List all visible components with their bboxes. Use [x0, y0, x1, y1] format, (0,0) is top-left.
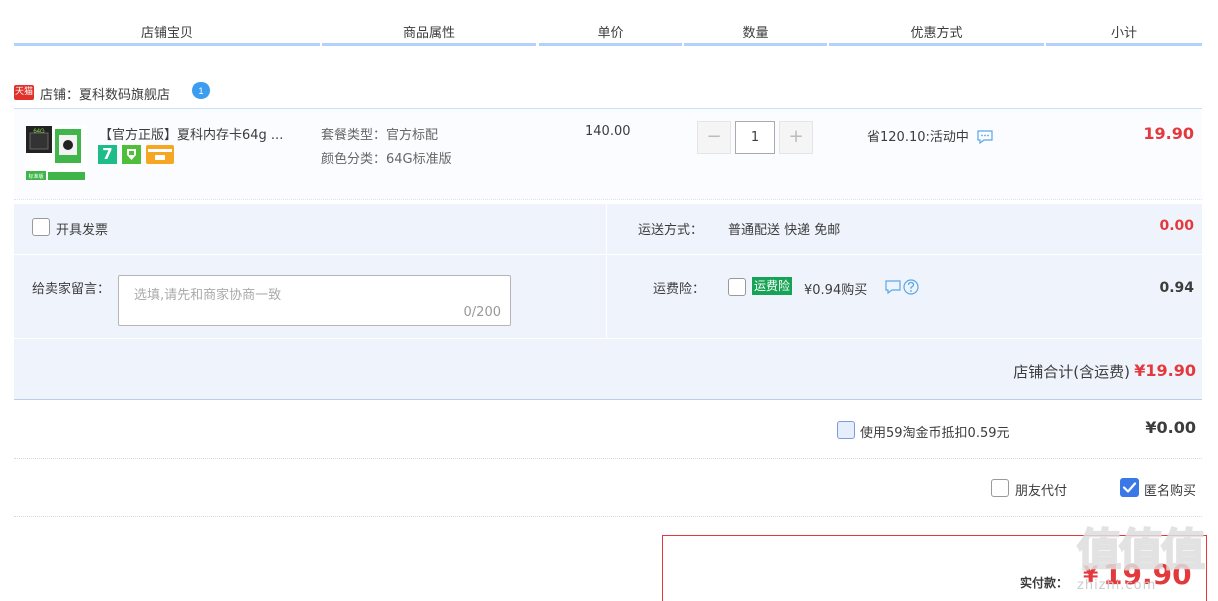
seller-message-input[interactable]: 选填,请先和商家协商一致 0/200 [118, 275, 511, 326]
anonymous-checkbox[interactable] [1120, 478, 1139, 497]
insurance-comment-icon[interactable] [885, 280, 901, 295]
shop-total-label: 店铺合计(含运费) [1013, 363, 1130, 381]
message-placeholder: 选填,请先和商家协商一致 [134, 288, 282, 303]
divider-coin [14, 458, 1202, 459]
divider-extras [14, 516, 1202, 517]
watermark-sub-text: zhizhi.com [1077, 578, 1157, 593]
insurance-tag: 运费险 [752, 277, 793, 295]
checkmark-icon [1122, 482, 1137, 493]
product-title-link[interactable]: 【官方正版】夏科内存卡64g ... [99, 124, 283, 143]
shipping-value: 普通配送 快递 免邮 [728, 223, 841, 238]
taojinbi-value: ¥0.00 [1145, 418, 1196, 437]
invoice-checkbox[interactable] [32, 218, 50, 236]
col-header-quantity: 数量 [684, 22, 827, 46]
seven-day-return-icon[interactable]: 7 [98, 145, 117, 164]
sku-color: 颜色分类：64G标准版 [321, 152, 452, 167]
taojinbi-checkbox[interactable] [837, 421, 855, 439]
cart-item-row [14, 108, 1202, 200]
thumb-bottom-text: 标准版 [28, 173, 43, 180]
col-header-unit-price: 单价 [539, 22, 682, 46]
credit-card-pay-icon[interactable] [146, 145, 174, 164]
shipping-price: 0.00 [1159, 218, 1194, 234]
qty-increase-button[interactable]: + [779, 121, 813, 154]
product-thumbnail[interactable]: 64G 标准版 [25, 125, 87, 182]
col-header-discount: 优惠方式 [829, 22, 1044, 46]
watermark-main-text: 值值值 [1077, 525, 1204, 576]
message-char-count: 0/200 [463, 305, 501, 320]
insurance-price: 0.94 [1159, 280, 1194, 296]
anonymous-label: 匿名购买 [1144, 484, 1197, 499]
unit-price: 140.00 [585, 124, 631, 139]
insurance-checkbox[interactable] [728, 278, 746, 296]
sku-package-type: 套餐类型：官方标配 [321, 128, 439, 143]
message-label: 给卖家留言： [32, 282, 111, 297]
col-header-shop-item: 店铺宝贝 [14, 22, 320, 46]
shop-total-value: ¥19.90 [1134, 361, 1196, 380]
quality-guarantee-icon[interactable] [122, 145, 141, 164]
wangwang-count: 1 [198, 86, 203, 96]
qty-decrease-button[interactable]: − [697, 121, 731, 154]
promo-label: 省120.10:活动中 [867, 130, 969, 145]
panel-divider-1 [14, 254, 1202, 255]
qty-input[interactable]: 1 [735, 121, 775, 154]
panel-divider-2 [14, 338, 1202, 339]
item-subtotal: 19.90 [1143, 124, 1194, 143]
tmall-badge-icon: 天猫 [14, 85, 34, 100]
shop-name-link[interactable]: 店铺：夏科数码旗舰店 [40, 84, 170, 103]
shipping-label: 运送方式： [638, 223, 704, 238]
col-header-subtotal: 小计 [1046, 22, 1202, 46]
insurance-help-icons[interactable] [885, 279, 919, 295]
pay-label: 实付款： [1020, 576, 1069, 590]
insurance-text: ¥0.94购买 [804, 283, 868, 298]
col-header-attributes: 商品属性 [322, 22, 536, 46]
wangwang-chat-icon[interactable]: 1 [191, 81, 211, 101]
invoice-label: 开具发票 [56, 223, 109, 238]
friend-pay-checkbox[interactable] [991, 479, 1009, 497]
promo-comment-icon[interactable] [977, 130, 993, 145]
friend-pay-label: 朋友代付 [1015, 484, 1068, 499]
insurance-label: 运费险： [653, 282, 706, 297]
panel-divider-vertical [606, 204, 607, 338]
thumb-tag-text: 64G [33, 129, 45, 135]
taojinbi-label: 使用59淘金币抵扣0.59元 [860, 426, 1010, 441]
promo-text: 省120.10:活动中 [867, 126, 993, 145]
